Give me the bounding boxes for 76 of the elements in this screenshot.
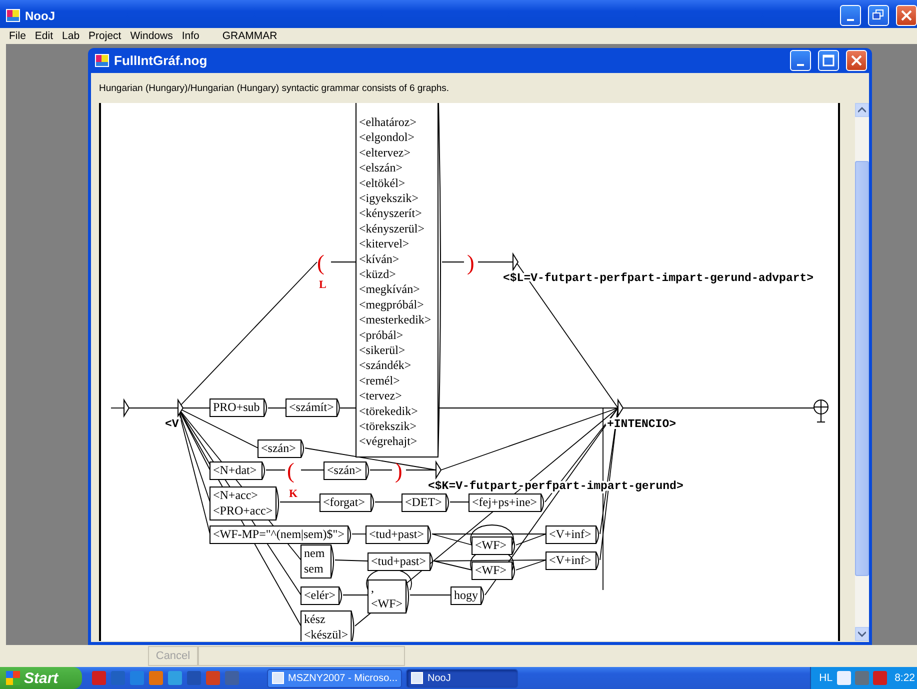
- menu-item[interactable]: GRAMMAR: [222, 30, 278, 42]
- quick-launch-icon[interactable]: [168, 671, 182, 685]
- scroll-down-button[interactable]: [855, 627, 869, 641]
- node-output-label: <V: [165, 418, 179, 431]
- quick-launch-icon[interactable]: [130, 671, 144, 685]
- taskbar-button[interactable]: MSZNY2007 - Microso...: [267, 668, 402, 688]
- graph-node[interactable]: nem sem: [300, 544, 334, 578]
- minimize-icon: [847, 19, 854, 21]
- menu-item[interactable]: File: [9, 30, 26, 42]
- maximize-button[interactable]: [818, 50, 839, 71]
- quick-launch-icon[interactable]: [206, 671, 220, 685]
- graph-node[interactable]: <forgat>: [320, 494, 374, 512]
- graph-node[interactable]: , <WF>: [368, 580, 409, 614]
- graph-node[interactable]: <N+acc> <PRO+acc>: [210, 486, 279, 520]
- quick-launch-icon[interactable]: [225, 671, 239, 685]
- scrollbar-thumb[interactable]: [855, 161, 869, 576]
- node-arrow-icon: [618, 398, 624, 418]
- quick-launch-icon[interactable]: [92, 671, 106, 685]
- graph-node[interactable]: <N+dat>: [210, 462, 265, 480]
- taskbar-button[interactable]: NooJ: [406, 668, 518, 688]
- menu-item[interactable]: Info: [182, 30, 200, 42]
- menu-item[interactable]: Project: [88, 30, 122, 42]
- bracket-label: K: [289, 488, 298, 500]
- grammar-info-text: Hungarian (Hungary)/Hungarian (Hungary) syntactic grammar consists of 6 graphs.: [99, 82, 450, 94]
- close-button[interactable]: [896, 5, 917, 26]
- tray-icon[interactable]: [854, 671, 869, 685]
- graph-node[interactable]: <WF>: [472, 536, 515, 555]
- node-arrow-icon: [178, 398, 184, 418]
- bracket-label: L: [319, 279, 326, 291]
- graph-node[interactable]: hogy: [450, 586, 484, 605]
- graph-node[interactable]: <fej+ps+ine>: [468, 494, 544, 512]
- menu-item[interactable]: Windows: [130, 30, 173, 42]
- initial-node-icon: [124, 398, 130, 418]
- minimize-icon: [797, 64, 804, 66]
- menu-item[interactable]: Lab: [62, 30, 80, 42]
- document-icon: [95, 54, 109, 67]
- document-title: FullIntGráf.nog: [114, 53, 208, 68]
- graph-node[interactable]: <szán>: [324, 462, 369, 480]
- node-arrow-icon: [512, 252, 519, 272]
- scroll-up-button[interactable]: [855, 103, 869, 117]
- bracket-marker: (: [287, 458, 294, 483]
- language-indicator[interactable]: HL: [819, 672, 833, 684]
- graph-node[interactable]: kész <készül>: [300, 610, 354, 641]
- bracket-marker: ): [467, 250, 474, 275]
- graph-node[interactable]: <V+inf>: [546, 526, 599, 544]
- window-title: NooJ: [25, 8, 56, 22]
- quick-launch-icon[interactable]: [111, 671, 125, 685]
- bracket-marker: (: [317, 250, 324, 275]
- graph-node[interactable]: PRO+sub: [210, 398, 267, 417]
- minimize-button[interactable]: [840, 5, 861, 26]
- graph-node[interactable]: <tud+past>: [366, 526, 431, 544]
- graph-node[interactable]: <elér>: [300, 586, 342, 605]
- app-icon: [6, 9, 20, 22]
- graph-node[interactable]: <WF>: [472, 562, 515, 580]
- graph-node[interactable]: <WF-MP="^(nem|sem)$">: [210, 526, 351, 544]
- final-node-icon: [814, 400, 828, 422]
- graph-node[interactable]: <DET>: [402, 494, 449, 512]
- clock-text: 8:22: [894, 672, 915, 684]
- graph-node[interactable]: <elhatároz> <elgondol> <eltervez> <elszán> <eltökél> <igyekszik> <kényszerít> <kényszerül> <kitervel> <kíván> <küzd> <megkíván> <megpróbál> <mesterkedik> <próbál> <sikerül> <szándék> <remél> <tervez> <törekedik> <törekszik> <végrehajt>: [356, 103, 441, 458]
- maximize-icon: [820, 52, 837, 69]
- quick-launch-icon[interactable]: [187, 671, 201, 685]
- graph-node[interactable]: <szán>: [258, 440, 304, 458]
- tray-icon[interactable]: [836, 671, 851, 685]
- graph-node[interactable]: <V+inf>: [546, 552, 599, 570]
- caret-up-icon: [858, 107, 866, 113]
- tray-icon[interactable]: [872, 671, 887, 685]
- graph-node[interactable]: <számít>: [286, 398, 340, 417]
- minimize-button[interactable]: [790, 50, 811, 71]
- caret-down-icon: [858, 631, 866, 637]
- menu-item[interactable]: Edit: [34, 30, 54, 42]
- node-arrow-icon: [436, 460, 442, 480]
- bracket-marker: ): [395, 458, 402, 483]
- close-button[interactable]: [846, 50, 867, 71]
- quick-launch-icon[interactable]: [149, 671, 163, 685]
- graph-node[interactable]: <tud+past>: [368, 552, 433, 571]
- restore-button[interactable]: [868, 5, 889, 26]
